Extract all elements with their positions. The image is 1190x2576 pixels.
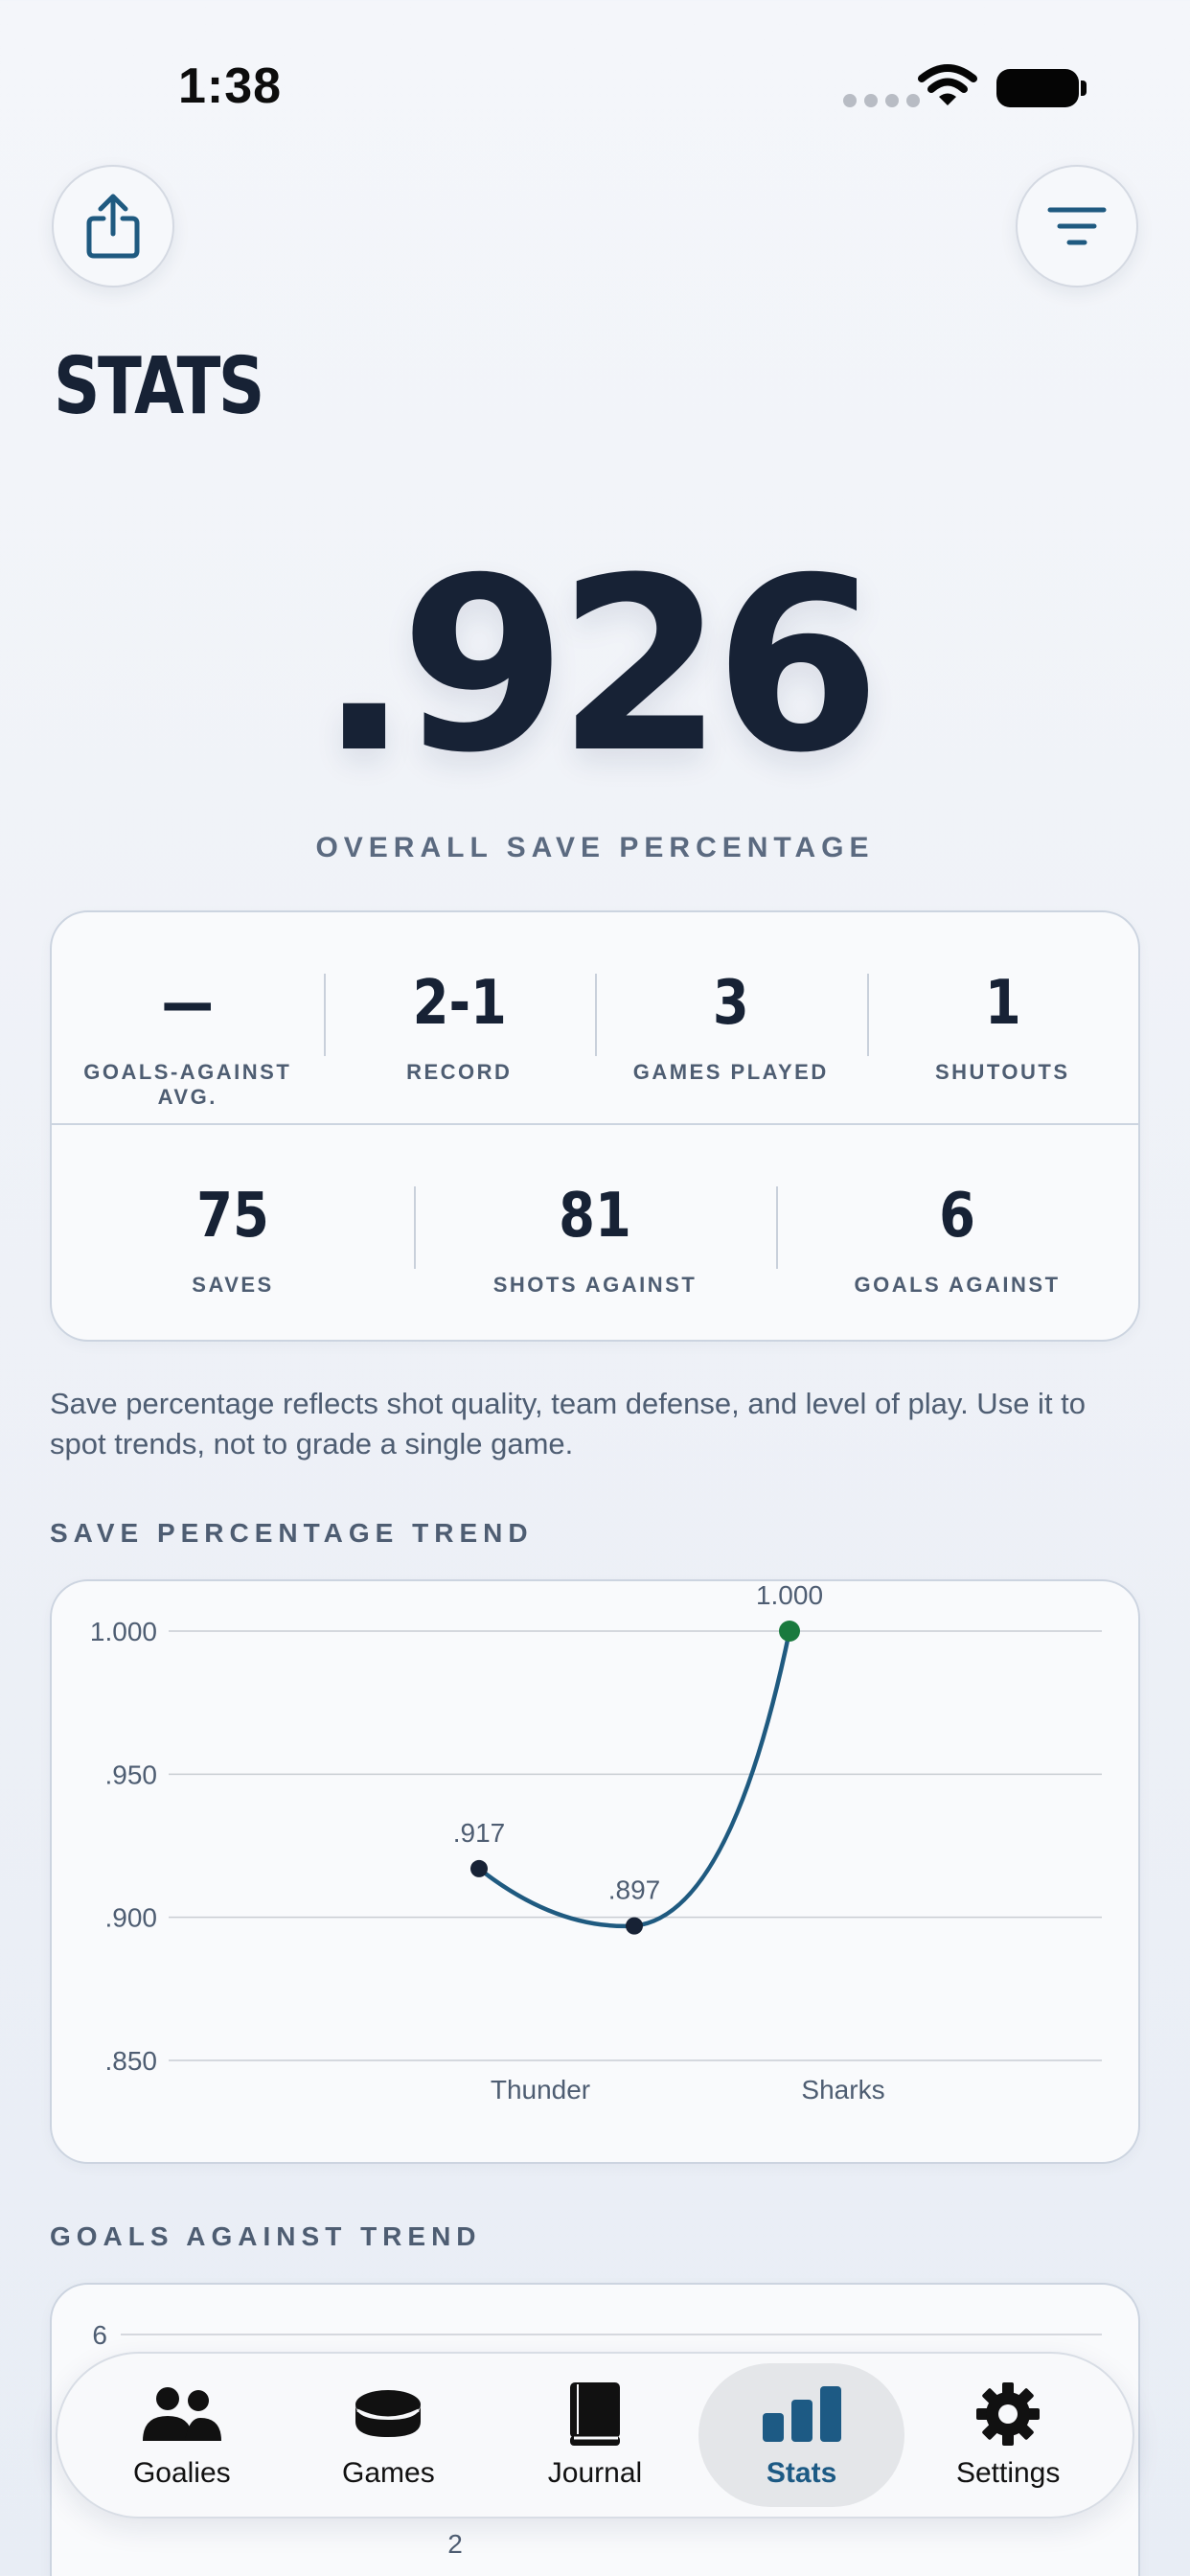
stat-value: 6	[939, 1181, 975, 1252]
page-title: STATS	[54, 341, 264, 432]
y-tick-label: .850	[105, 2046, 158, 2076]
tab-games[interactable]: Games	[286, 2363, 492, 2507]
tab-goalies[interactable]: Goalies	[79, 2363, 286, 2507]
x-tick-label: Thunder	[491, 2075, 590, 2104]
tab-label: Games	[342, 2457, 435, 2489]
stat-record: 2-1 RECORD	[323, 912, 596, 1123]
stat-label: RECORD	[406, 1060, 513, 1084]
book-icon	[549, 2380, 641, 2448]
stat-value: 1	[984, 968, 1021, 1039]
stat-label: SHOTS AGAINST	[492, 1273, 698, 1297]
cellular-signal-icon	[843, 94, 920, 107]
status-bar: 1:38	[0, 0, 1190, 153]
stat-label: GOALS-AGAINST AVG.	[83, 1060, 292, 1109]
stat-label: GAMES PLAYED	[632, 1060, 829, 1084]
data-label: 2	[447, 2529, 463, 2559]
tab-journal[interactable]: Journal	[492, 2363, 698, 2507]
data-point	[626, 1917, 643, 1935]
stats-summary-card: — GOALS-AGAINST AVG. 2-1 RECORD 3 GAMES …	[50, 910, 1140, 1342]
tab-stats[interactable]: Stats	[698, 2363, 905, 2507]
x-tick-label: Sharks	[801, 2075, 884, 2104]
y-tick-label: .900	[105, 1903, 158, 1933]
data-point	[470, 1859, 488, 1877]
wifi-icon	[918, 64, 977, 105]
stat-label: SAVES	[192, 1273, 274, 1297]
data-label: 1.000	[756, 1581, 823, 1610]
tab-settings[interactable]: Settings	[904, 2363, 1111, 2507]
goals-trend-title: GOALS AGAINST TREND	[50, 2221, 482, 2251]
stat-value: 81	[559, 1181, 631, 1252]
filter-icon	[1047, 207, 1107, 245]
stat-shots-against: 81 SHOTS AGAINST	[414, 1125, 776, 1342]
bar-chart-icon	[756, 2380, 848, 2448]
stat-shutouts: 1 SHUTOUTS	[866, 912, 1139, 1123]
stats-row-secondary: 75 SAVES 81 SHOTS AGAINST 6 GOALS AGAINS…	[52, 1125, 1138, 1342]
battery-icon	[996, 69, 1087, 107]
data-label: .897	[608, 1875, 661, 1905]
stat-goals-against-avg: — GOALS-AGAINST AVG.	[52, 912, 324, 1123]
save-percentage-note: Save percentage reflects shot quality, t…	[50, 1387, 1087, 1460]
puck-icon	[342, 2380, 434, 2448]
stat-value: 3	[712, 968, 749, 1039]
gear-icon	[962, 2380, 1054, 2448]
stats-row-primary: — GOALS-AGAINST AVG. 2-1 RECORD 3 GAMES …	[52, 912, 1138, 1125]
stat-label: GOALS AGAINST	[854, 1273, 1061, 1297]
tab-label: Goalies	[132, 2457, 231, 2489]
save-trend-card: .850 .900 .950 1.000 Thunder Sharks .917 .897 1.…	[50, 1579, 1140, 2164]
status-time: 1:38	[178, 58, 283, 114]
data-label: .917	[453, 1818, 506, 1848]
data-point	[779, 1621, 800, 1642]
stat-value: 2-1	[412, 968, 507, 1039]
share-button[interactable]	[52, 165, 174, 288]
stat-label: SHUTOUTS	[934, 1060, 1070, 1084]
y-tick-label: 1.000	[90, 1617, 157, 1646]
tab-label: Stats	[766, 2457, 837, 2489]
filter-button[interactable]	[1016, 165, 1138, 288]
overall-save-percentage-value: .926	[318, 526, 881, 805]
people-icon	[136, 2380, 228, 2448]
stat-goals-against: 6 GOALS AGAINST	[776, 1125, 1138, 1342]
share-icon	[86, 194, 140, 259]
stat-saves: 75 SAVES	[52, 1125, 414, 1342]
tab-bar: Goalies Games Journal Stats Settings	[56, 2352, 1134, 2518]
y-tick-label: .950	[105, 1760, 158, 1789]
overall-save-percentage-label: OVERALL SAVE PERCENTAGE	[315, 832, 875, 863]
save-trend-title: SAVE PERCENTAGE TREND	[50, 1518, 534, 1548]
stat-value: —	[161, 968, 214, 1039]
tab-label: Journal	[547, 2457, 643, 2489]
stat-games-played: 3 GAMES PLAYED	[595, 912, 867, 1123]
save-trend-chart: .850 .900 .950 1.000 Thunder Sharks .917 .897 1.…	[90, 1581, 1102, 2104]
stat-value: 75	[196, 1181, 269, 1252]
y-tick-label: 6	[92, 2320, 107, 2350]
tab-label: Settings	[955, 2457, 1061, 2489]
